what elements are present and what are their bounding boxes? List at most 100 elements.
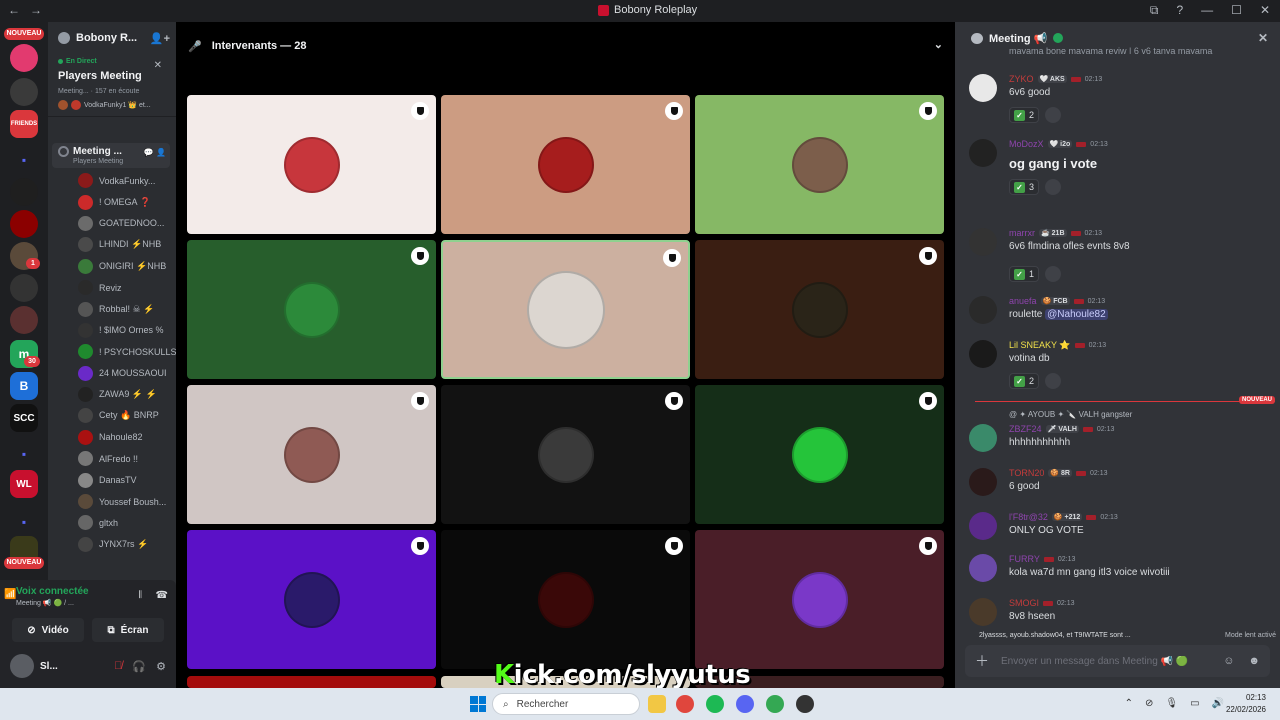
author-name[interactable]: ZYKO <box>1009 74 1034 84</box>
author-name[interactable]: Lil SNEAKY ⭐ <box>1009 340 1071 351</box>
server-icon-7[interactable] <box>10 306 38 334</box>
speaker-tile[interactable] <box>695 240 944 379</box>
voice-member[interactable]: VodkaFunky... <box>48 170 176 191</box>
voice-member[interactable]: ONIGIRI ⚡NHB <box>48 256 176 277</box>
display-icon[interactable]: ▭ <box>1190 698 1199 709</box>
voice-member[interactable]: Youssef Boush... <box>48 491 176 512</box>
speaker-tile[interactable] <box>441 95 690 234</box>
server-tag[interactable]: 🤍 AKS <box>1037 75 1067 83</box>
speaker-tile[interactable] <box>187 530 436 669</box>
server-friends-icon[interactable]: FRIENDS <box>10 110 38 138</box>
speaker-tile[interactable] <box>441 240 690 379</box>
sticker-icon[interactable]: ☺ <box>1223 655 1234 667</box>
soundboard-icon[interactable]: 𝄃 <box>139 590 141 601</box>
server-icon-4[interactable] <box>10 210 38 238</box>
avatar[interactable] <box>969 74 997 102</box>
voice-member[interactable]: JYNX7rs ⚡ <box>48 534 176 555</box>
server-b-icon[interactable]: B <box>10 372 38 400</box>
voice-member[interactable]: Robbal! ☠ ⚡ <box>48 298 176 319</box>
clock[interactable]: 02:13 22/02/2026 <box>1226 692 1266 716</box>
disconnect-icon[interactable]: ☎ <box>156 590 168 601</box>
chrome-icon[interactable] <box>676 695 694 713</box>
add-reaction-icon[interactable] <box>1045 107 1062 123</box>
spotify-icon[interactable] <box>706 695 724 713</box>
voice-member[interactable]: Cety 🔥 BNRP <box>48 405 176 426</box>
avatar[interactable] <box>969 139 997 167</box>
avatar[interactable] <box>969 554 997 582</box>
author-name[interactable]: MoDozX <box>1009 139 1044 149</box>
speaker-tile[interactable] <box>695 95 944 234</box>
app-icon[interactable] <box>796 695 814 713</box>
invite-icon[interactable]: 👤+ <box>150 32 170 45</box>
speaker-tile[interactable] <box>441 530 690 669</box>
avatar[interactable] <box>969 598 997 626</box>
server-icon-1[interactable] <box>10 44 38 72</box>
maximize-button[interactable]: ☐ <box>1231 3 1242 18</box>
help-icon[interactable]: ? <box>1176 3 1183 18</box>
author-name[interactable]: anuefa <box>1009 296 1037 306</box>
voice-member[interactable]: gltxh <box>48 512 176 533</box>
close-chat-icon[interactable]: ✕ <box>1258 31 1268 45</box>
chevron-up-icon[interactable]: ⌃ <box>1125 698 1133 709</box>
video-button[interactable]: ⊘ Vidéo <box>12 618 84 642</box>
voice-member[interactable]: Nahoule82 <box>48 427 176 448</box>
voice-member[interactable]: ! OMEGA ❓ <box>48 191 176 212</box>
server-wl-icon[interactable]: WL <box>10 470 38 498</box>
speaker-tile[interactable] <box>187 385 436 524</box>
voice-member[interactable]: 24 MOUSSAOUI <box>48 363 176 384</box>
voice-member[interactable]: Reviz <box>48 277 176 298</box>
windows-start-icon[interactable] <box>470 696 486 712</box>
signal-icon[interactable]: 📶 <box>4 589 16 600</box>
headphones-icon[interactable]: 🎧 <box>132 660 146 673</box>
speaker-tile[interactable] <box>695 530 944 669</box>
server-tag[interactable]: 🍪 8R <box>1048 469 1072 477</box>
voice-member[interactable]: GOATEDNOO... <box>48 213 176 234</box>
avatar[interactable] <box>969 424 997 452</box>
reaction-checkmark[interactable]: ✓ 2 <box>1009 373 1040 389</box>
speaker-tile-partial[interactable] <box>187 676 436 688</box>
folder-icon-2[interactable]: ▪ <box>10 440 38 468</box>
server-icon-3[interactable] <box>10 178 38 206</box>
author-name[interactable]: ZBZF24 <box>1009 424 1042 434</box>
reaction-checkmark[interactable]: ✓ 2 <box>1009 107 1040 123</box>
inbox-icon[interactable]: ⧉ <box>1150 3 1159 18</box>
server-scc-icon[interactable]: SCC <box>10 404 38 432</box>
chrome-2-icon[interactable] <box>766 695 784 713</box>
emoji-icon[interactable]: ☻ <box>1248 655 1260 667</box>
dismiss-live-icon[interactable]: ✕ <box>154 60 162 71</box>
folder-icon-3[interactable]: ▪ <box>10 508 38 536</box>
voice-member[interactable]: ! $IMO Ornes % <box>48 320 176 341</box>
file-explorer-icon[interactable] <box>648 695 666 713</box>
avatar[interactable] <box>10 654 34 678</box>
reaction-checkmark[interactable]: ✓ 3 <box>1009 179 1040 195</box>
settings-gear-icon[interactable]: ⚙ <box>156 660 166 673</box>
voice-member[interactable]: LHINDI ⚡NHB <box>48 234 176 255</box>
speaker-tile[interactable] <box>187 240 436 379</box>
server-tag[interactable]: 🤍 i2o <box>1047 140 1073 148</box>
avatar[interactable] <box>969 296 997 324</box>
add-reaction-icon[interactable] <box>1045 373 1062 389</box>
volume-icon[interactable]: 🔊 <box>1212 698 1224 709</box>
speaker-tile[interactable] <box>695 385 944 524</box>
attach-plus-icon[interactable]: ＋ <box>975 651 989 671</box>
server-tag[interactable]: 🗡 VALH <box>1045 425 1079 433</box>
server-tag[interactable]: 🍪 FCB <box>1040 297 1070 305</box>
server-icon-2[interactable] <box>10 78 38 106</box>
discord-icon[interactable] <box>736 695 754 713</box>
voice-member[interactable]: ! PSYCHOSKULLS... <box>48 341 176 362</box>
voice-member[interactable]: AlFredo !! <box>48 448 176 469</box>
voice-member[interactable]: ZAWA9 ⚡ ⚡ <box>48 384 176 405</box>
server-header[interactable]: Bobony R... 👤+ <box>48 22 176 54</box>
add-reaction-icon[interactable] <box>1045 266 1062 282</box>
chevron-down-icon[interactable]: ⌄ <box>934 38 943 51</box>
taskbar-search[interactable]: ⌕ Rechercher <box>492 693 640 715</box>
author-name[interactable]: marrxr <box>1009 228 1035 238</box>
avatar[interactable] <box>969 340 997 368</box>
user-mention[interactable]: @Nahoule82 <box>1045 309 1108 320</box>
author-name[interactable]: l'F8tr@32 <box>1009 512 1048 522</box>
back-arrow-icon[interactable]: ← <box>8 3 20 17</box>
live-stage-card[interactable]: En Direct ✕ Players Meeting Meeting... ·… <box>48 54 176 117</box>
author-name[interactable]: FURRY <box>1009 554 1040 564</box>
close-window-button[interactable]: ✕ <box>1260 3 1270 18</box>
reaction-checkmark[interactable]: ✓ 1 <box>1009 266 1040 282</box>
